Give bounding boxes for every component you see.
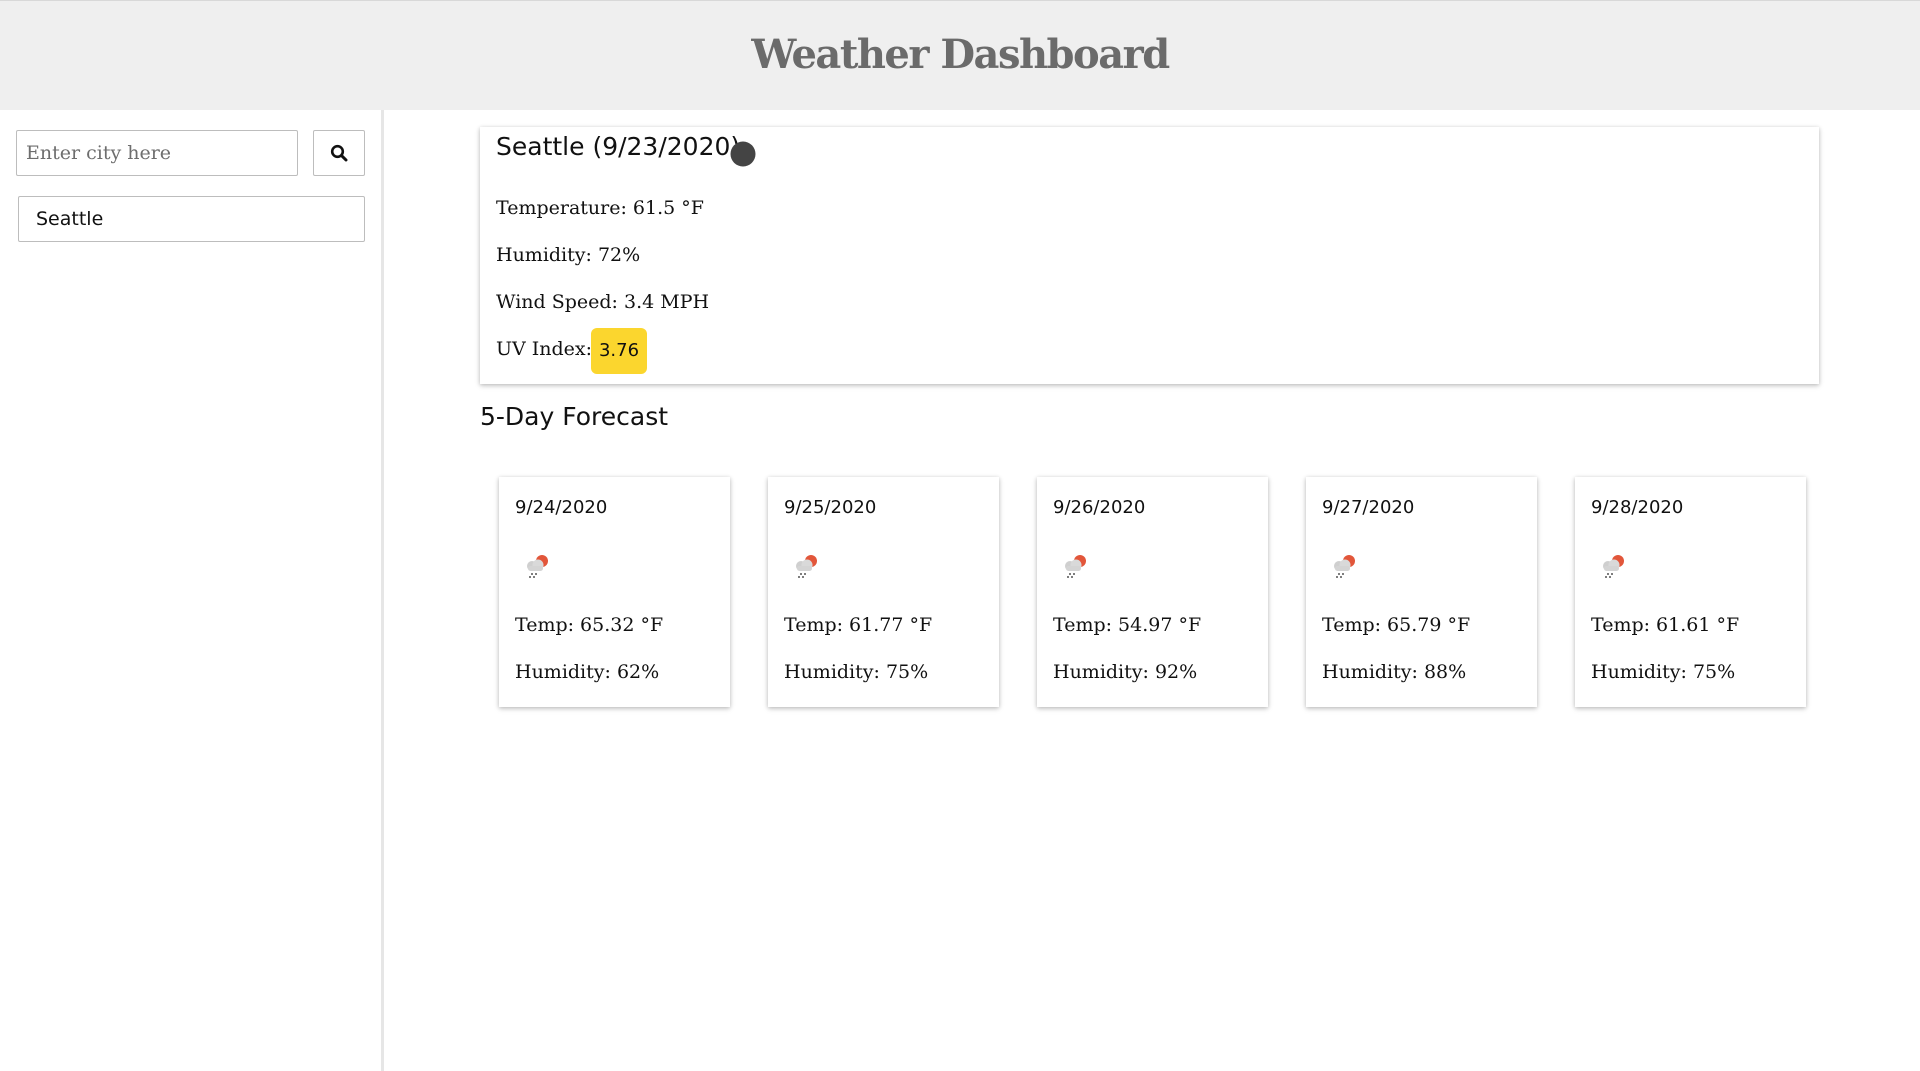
search-button[interactable] [313,130,365,176]
uv-index-badge: 3.76 [591,328,647,374]
forecast-date: 9/27/2020 [1322,497,1415,518]
forecast-date: 9/24/2020 [515,497,608,518]
rain-cloud-icon [1603,555,1624,578]
rain-cloud-icon [796,555,817,578]
forecast-card: 9/24/2020 Temp: 65.32 °F Humidity: 62% [499,477,730,707]
forecast-card: 9/26/2020 Temp: 54.97 °F Humidity: 92% [1037,477,1268,707]
forecast-card: 9/28/2020 Temp: 61.61 °F Humidity: 75% [1575,477,1806,707]
current-weather-card: Seattle (9/23/2020) Temperature: 61.5 °F… [480,127,1819,384]
forecast-humidity: Humidity: 62% [515,661,660,683]
search-icon [330,144,348,162]
forecast-date: 9/25/2020 [784,497,877,518]
forecast-card: 9/27/2020 Temp: 65.79 °F Humidity: 88% [1306,477,1537,707]
forecast-card: 9/25/2020 Temp: 61.77 °F Humidity: 75% [768,477,999,707]
uv-index-label: UV Index: [496,338,593,360]
forecast-temp: Temp: 65.79 °F [1322,614,1471,636]
forecast-temp: Temp: 54.97 °F [1053,614,1202,636]
forecast-date: 9/28/2020 [1591,497,1684,518]
forecast-humidity: Humidity: 75% [784,661,929,683]
forecast-title: 5-Day Forecast [480,402,669,431]
header-bar: Weather Dashboard [0,0,1920,110]
forecast-humidity: Humidity: 75% [1591,661,1736,683]
current-temperature: Temperature: 61.5 °F [496,197,704,219]
page-title: Weather Dashboard [751,31,1170,78]
rain-cloud-icon [527,555,548,578]
current-wind-speed: Wind Speed: 3.4 MPH [496,291,710,313]
rain-cloud-icon [1065,555,1086,578]
search-input[interactable] [16,130,298,176]
forecast-temp: Temp: 61.61 °F [1591,614,1740,636]
forecast-temp: Temp: 61.77 °F [784,614,933,636]
history-item-seattle[interactable]: Seattle [18,196,365,242]
sidebar: Seattle [0,110,384,1071]
weather-icon [730,141,756,167]
forecast-date: 9/26/2020 [1053,497,1146,518]
forecast-humidity: Humidity: 92% [1053,661,1198,683]
rain-cloud-icon [1334,555,1355,578]
forecast-temp: Temp: 65.32 °F [515,614,664,636]
current-city-title: Seattle (9/23/2020) [496,132,741,161]
forecast-humidity: Humidity: 88% [1322,661,1467,683]
current-humidity: Humidity: 72% [496,244,641,266]
